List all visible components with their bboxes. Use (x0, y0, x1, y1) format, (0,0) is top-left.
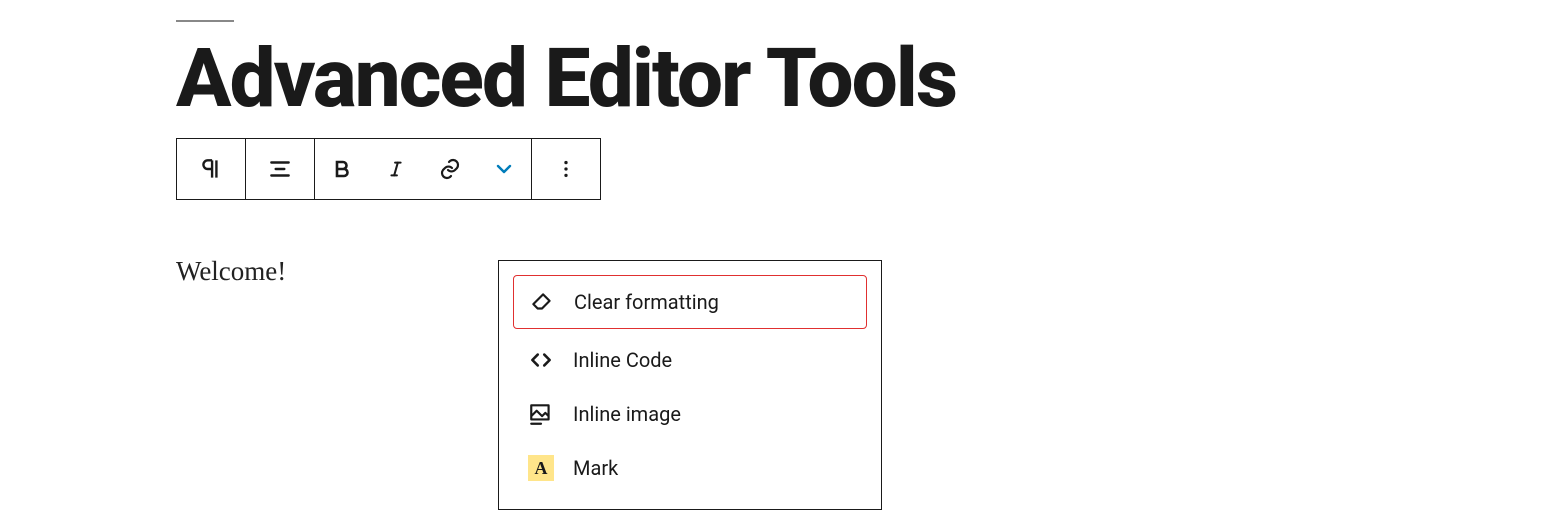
menu-item-label: Clear formatting (574, 290, 719, 314)
align-button[interactable] (246, 139, 314, 199)
mark-icon: A (527, 454, 555, 482)
eraser-icon (528, 288, 556, 316)
bold-icon (330, 157, 354, 181)
formats-dropdown: Clear formatting Inline Code Inline imag… (498, 260, 882, 510)
kebab-icon (555, 158, 577, 180)
block-toolbar (176, 138, 601, 200)
italic-button[interactable] (369, 139, 423, 199)
menu-item-label: Mark (573, 456, 618, 480)
menu-item-mark[interactable]: A Mark (513, 441, 867, 495)
paragraph-button[interactable] (177, 139, 245, 199)
menu-item-inline-code[interactable]: Inline Code (513, 333, 867, 387)
menu-item-inline-image[interactable]: Inline image (513, 387, 867, 441)
page-title: Advanced Editor Tools (176, 38, 1544, 120)
bold-button[interactable] (315, 139, 369, 199)
pilcrow-icon (198, 156, 224, 182)
align-icon (267, 156, 293, 182)
link-icon (438, 157, 462, 181)
image-icon (527, 400, 555, 428)
more-options-button[interactable] (532, 139, 600, 199)
chevron-down-icon (492, 157, 516, 181)
italic-icon (385, 158, 407, 180)
menu-item-label: Inline image (573, 402, 681, 426)
menu-item-clear-formatting[interactable]: Clear formatting (513, 275, 867, 329)
more-formats-button[interactable] (477, 139, 531, 199)
link-button[interactable] (423, 139, 477, 199)
divider (176, 20, 234, 22)
menu-item-label: Inline Code (573, 348, 672, 372)
code-icon (527, 346, 555, 374)
